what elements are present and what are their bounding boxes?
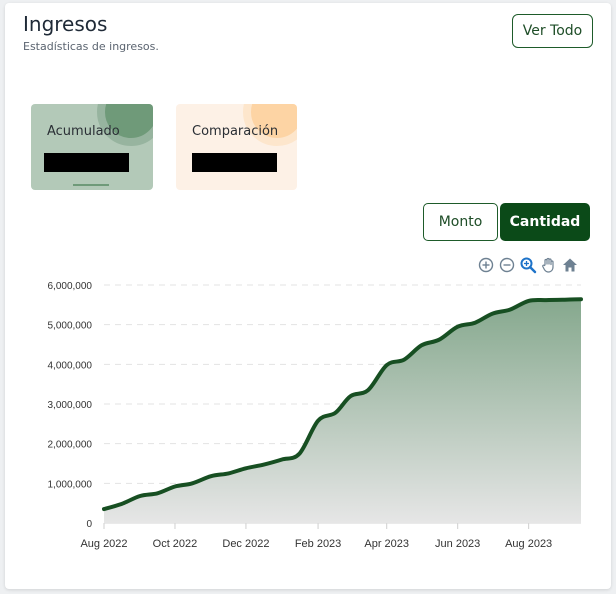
stat-comparison-label: Comparación	[192, 124, 279, 139]
active-indicator	[73, 184, 109, 186]
card-title: Ingresos	[23, 12, 108, 36]
home-reset-icon[interactable]	[561, 256, 579, 274]
x-tick-label: Aug 2022	[80, 538, 127, 550]
revenue-area-chart: 0 1,000,000 2,000,000 3,000,000 4,000,000 5,0…	[48, 281, 583, 550]
x-tick-label: Dec 2022	[222, 538, 269, 550]
y-tick-label: 2,000,000	[48, 440, 93, 451]
chart-toolbar	[477, 256, 579, 274]
y-tick-label: 4,000,000	[48, 360, 93, 371]
redacted-value	[44, 153, 129, 172]
x-tick-label: Jun 2023	[435, 538, 480, 550]
x-tick-label: Oct 2022	[153, 538, 198, 550]
x-tick-label: Apr 2023	[364, 538, 409, 550]
y-tick-label: 1,000,000	[48, 479, 93, 490]
y-tick-label: 6,000,000	[48, 281, 93, 292]
toggle-cantidad-button[interactable]: Cantidad	[500, 203, 590, 241]
revenue-card: Ingresos Estadísticas de ingresos. Ver T…	[5, 3, 611, 589]
y-axis: 0 1,000,000 2,000,000 3,000,000 4,000,000 5,0…	[48, 281, 93, 530]
y-tick-label: 3,000,000	[48, 400, 93, 411]
y-tick-label: 0	[86, 519, 92, 530]
stat-accumulated-label: Acumulado	[47, 124, 120, 139]
y-tick-label: 5,000,000	[48, 321, 93, 332]
x-axis: Aug 2022 Oct 2022 Dec 2022 Feb 2023 Apr 2023…	[80, 522, 581, 550]
series-area	[104, 299, 581, 523]
view-all-button[interactable]: Ver Todo	[512, 14, 593, 48]
x-tick-label: Feb 2023	[295, 538, 341, 550]
redacted-value	[192, 153, 277, 172]
zoom-out-icon[interactable]	[498, 256, 516, 274]
toggle-monto-button[interactable]: Monto	[423, 203, 498, 241]
zoom-selection-icon[interactable]	[519, 256, 537, 274]
stat-accumulated[interactable]: Acumulado	[31, 104, 153, 190]
stat-comparison[interactable]: Comparación	[176, 104, 297, 190]
x-tick-label: Aug 2023	[505, 538, 552, 550]
pan-hand-icon[interactable]	[540, 256, 558, 274]
card-subtitle: Estadísticas de ingresos.	[23, 40, 159, 53]
zoom-in-icon[interactable]	[477, 256, 495, 274]
